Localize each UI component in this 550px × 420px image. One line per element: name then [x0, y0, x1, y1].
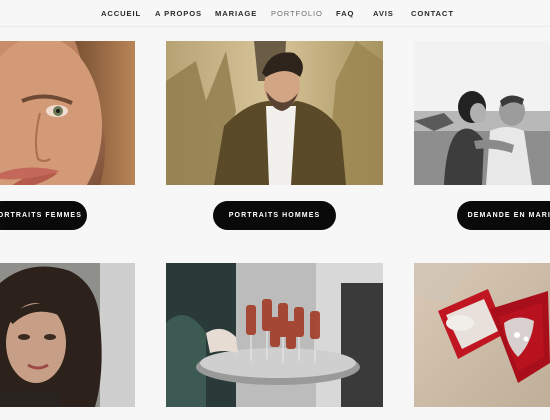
nav-item-mariage[interactable]: MARIAGE	[215, 9, 257, 18]
ring-box-photo	[414, 263, 550, 407]
nav-item-accueil[interactable]: ACCUEIL	[101, 9, 141, 18]
man-in-grass-photo	[166, 41, 383, 185]
nav-item-portfolio[interactable]: PORTFOLIO	[271, 9, 323, 18]
portraits-hommes-button[interactable]: PORTRAITS HOMMES	[213, 201, 336, 230]
top-navigation: ACCUEIL A PROPOS MARIAGE PORTFOLIO FAQ A…	[0, 0, 550, 28]
photo-portraits-femmes[interactable]	[0, 41, 135, 185]
nav-item-a-propos[interactable]: A PROPOS	[155, 9, 202, 18]
couple-kiss-bw-photo	[414, 41, 550, 185]
demande-en-mariage-button[interactable]: DEMANDE EN MARIAGE	[457, 201, 550, 230]
nav-item-contact[interactable]: CONTACT	[411, 9, 454, 18]
portraits-femmes-button[interactable]: PORTRAITS FEMMES	[0, 201, 87, 230]
photo-portraits-hommes[interactable]	[166, 41, 383, 185]
photo-woman-portrait[interactable]	[0, 263, 135, 407]
woman-dark-hair-photo	[0, 263, 135, 407]
champagne-tray-photo	[166, 263, 383, 407]
portfolio-page: ACCUEIL A PROPOS MARIAGE PORTFOLIO FAQ A…	[0, 0, 550, 420]
nav-item-faq[interactable]: FAQ	[336, 9, 354, 18]
woman-freckles-photo	[0, 41, 135, 185]
photo-ring-box[interactable]	[414, 263, 550, 407]
nav-item-avis[interactable]: AVIS	[373, 9, 394, 18]
nav-divider	[0, 26, 550, 27]
photo-champagne-tray[interactable]	[166, 263, 383, 407]
photo-demande-en-mariage[interactable]	[414, 41, 550, 185]
